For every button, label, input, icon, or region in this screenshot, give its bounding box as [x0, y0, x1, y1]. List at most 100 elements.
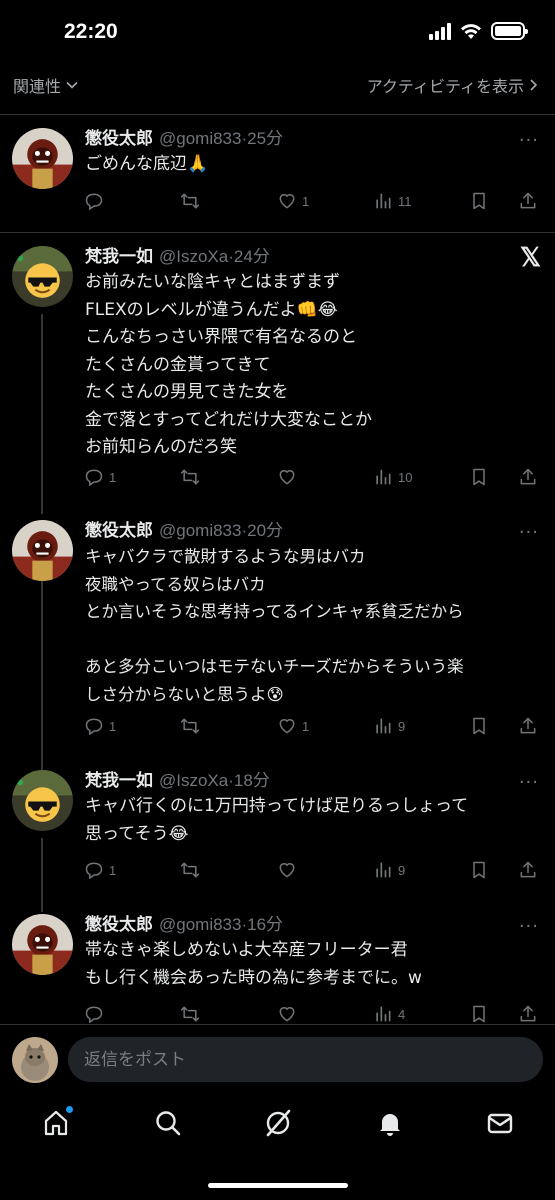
like-button[interactable]	[277, 467, 302, 487]
reply-tweet[interactable]: 𝕏 梵我一如 @IszoXa·24分 お前みたいな陰キャとはまずまず FLEXのレ…	[0, 232, 555, 502]
display-name[interactable]: 懲役太郎	[85, 129, 153, 148]
share-button[interactable]	[518, 716, 538, 736]
status-icons	[429, 22, 528, 40]
user-handle[interactable]: @gomi833	[159, 915, 241, 934]
retweet-button[interactable]	[180, 191, 205, 211]
views-button[interactable]: 11	[373, 191, 412, 211]
display-name[interactable]: 梵我一如	[85, 771, 153, 790]
sort-label: 関連性	[13, 77, 62, 96]
display-name[interactable]: 懲役太郎	[85, 521, 153, 540]
reply-input[interactable]	[68, 1037, 543, 1082]
tweet-header: 懲役太郎 @gomi833·25分	[85, 129, 284, 148]
reply-tweet[interactable]: ··· 懲役太郎 @gomi833·16分 帯なきゃ楽しめないよ大卒産フリーター君…	[0, 900, 555, 1024]
share-button[interactable]	[518, 191, 538, 211]
activity-label: アクティビティを表示	[366, 77, 524, 96]
tweet-text: ごめんな底辺🙏	[85, 154, 209, 174]
tweet-time[interactable]: 25分	[247, 129, 283, 148]
bookmark-button[interactable]	[469, 716, 489, 736]
retweet-icon	[180, 716, 200, 736]
reply-icon	[84, 1004, 104, 1024]
views-button[interactable]: 10	[373, 467, 412, 487]
user-handle[interactable]: @IszoXa	[159, 247, 228, 266]
views-button[interactable]: 9	[373, 860, 405, 880]
share-icon	[518, 860, 538, 880]
tweet-actions: 1 11	[84, 191, 541, 217]
tweet-time[interactable]: 18分	[234, 771, 270, 790]
share-icon	[518, 716, 538, 736]
views-icon	[373, 191, 393, 211]
share-icon	[518, 191, 538, 211]
reply-tweet[interactable]: ··· 懲役太郎 @gomi833·25分 ごめんな底辺🙏 1 11	[0, 114, 555, 232]
bookmark-button[interactable]	[469, 1004, 489, 1024]
retweet-icon	[180, 467, 200, 487]
like-button[interactable]	[277, 860, 302, 880]
share-button[interactable]	[518, 1004, 538, 1024]
notifications-icon[interactable]	[375, 1108, 407, 1140]
reply-icon	[84, 467, 104, 487]
like-button[interactable]: 1	[277, 716, 309, 736]
bookmark-icon	[469, 860, 489, 880]
avatar[interactable]	[12, 520, 73, 581]
reply-button[interactable]	[84, 1004, 109, 1024]
reply-filter-bar: 関連性 アクティビティを表示	[0, 64, 555, 110]
reply-button[interactable]: 1	[84, 716, 116, 736]
avatar[interactable]	[12, 914, 73, 975]
retweet-button[interactable]	[180, 1004, 205, 1024]
tweet-time[interactable]: 24分	[234, 247, 270, 266]
bookmark-icon	[469, 716, 489, 736]
retweet-button[interactable]	[180, 860, 205, 880]
grok-icon[interactable]	[263, 1108, 295, 1140]
bottom-nav	[0, 1094, 555, 1154]
avatar[interactable]	[12, 246, 73, 307]
my-avatar[interactable]	[12, 1037, 58, 1083]
share-button[interactable]	[518, 860, 538, 880]
bookmark-icon	[469, 1004, 489, 1024]
messages-icon[interactable]	[485, 1108, 517, 1140]
reply-count: 1	[109, 862, 117, 878]
share-button[interactable]	[518, 467, 538, 487]
reply-button[interactable]: 1	[84, 467, 116, 487]
share-icon	[518, 467, 538, 487]
bookmark-button[interactable]	[469, 467, 489, 487]
battery-icon	[491, 22, 528, 40]
bookmark-button[interactable]	[469, 191, 489, 211]
wifi-icon	[461, 23, 481, 39]
views-button[interactable]: 9	[373, 716, 405, 736]
tweet-time[interactable]: 20分	[247, 521, 283, 540]
views-icon	[373, 467, 393, 487]
retweet-icon	[180, 1004, 200, 1024]
display-name[interactable]: 懲役太郎	[85, 915, 153, 934]
avatar[interactable]	[12, 128, 73, 189]
user-handle[interactable]: @gomi833	[159, 129, 241, 148]
sort-dropdown[interactable]: 関連性	[13, 73, 79, 97]
user-handle[interactable]: @IszoXa	[159, 771, 228, 790]
display-name[interactable]: 梵我一如	[85, 247, 153, 266]
search-icon[interactable]	[153, 1108, 185, 1140]
tweet-header: 梵我一如 @IszoXa·24分	[85, 247, 270, 266]
view-activity-link[interactable]: アクティビティを表示	[367, 73, 540, 97]
views-icon	[373, 860, 393, 880]
like-button[interactable]: 1	[277, 191, 309, 211]
tweet-text: 帯なきゃ楽しめないよ大卒産フリーター君 もし行く機会あった時の為に参考までに。w	[85, 940, 422, 988]
avatar[interactable]	[12, 770, 73, 831]
bookmark-button[interactable]	[469, 860, 489, 880]
retweet-button[interactable]	[180, 467, 205, 487]
reply-composer	[0, 1024, 555, 1094]
tweet-header: 梵我一如 @IszoXa·18分	[85, 771, 270, 790]
reply-tweet[interactable]: ··· 梵我一如 @IszoXa·18分 キャバ行くのに1万円持ってけば足りるっし…	[0, 756, 555, 896]
tweet-time[interactable]: 16分	[247, 915, 283, 934]
reply-button[interactable]: 1	[84, 860, 116, 880]
view-count: 11	[398, 193, 412, 209]
reply-button[interactable]	[84, 191, 109, 211]
heart-icon	[277, 191, 297, 211]
like-button[interactable]	[277, 1004, 302, 1024]
tweet-actions: 1 9	[84, 860, 541, 886]
tweet-text: キャバクラで散財するような男はバカ 夜職やってる奴らはバカ とか言いそうな思考持…	[85, 547, 464, 704]
tweet-header: 懲役太郎 @gomi833·16分	[85, 915, 284, 934]
views-button[interactable]: 4	[373, 1004, 405, 1024]
retweet-button[interactable]	[180, 716, 205, 736]
heart-icon	[277, 716, 297, 736]
home-icon[interactable]	[41, 1106, 73, 1140]
user-handle[interactable]: @gomi833	[159, 521, 241, 540]
reply-tweet[interactable]: ··· 懲役太郎 @gomi833·20分 キャバクラで散財するような男はバカ 夜…	[0, 506, 555, 756]
